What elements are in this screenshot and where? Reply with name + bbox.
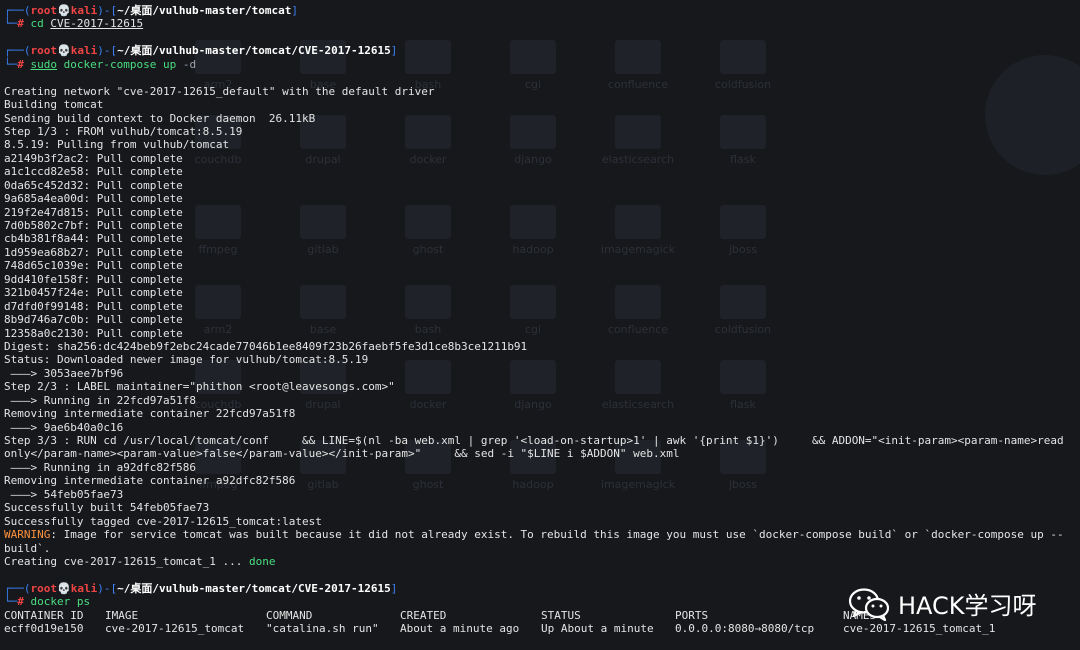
output-line: Sending build context to Docker daemon 2… (4, 111, 316, 125)
output-line: Digest: sha256:dc424beb9f2ebc24cade77046… (4, 339, 528, 353)
column-header: STATUS (541, 608, 581, 622)
output-line: Status: Downloaded newer image for vulhu… (4, 353, 369, 367)
command-line: └─# cd CVE-2017-12615 (4, 17, 144, 31)
warning-line: WARNING: Image for service tomcat was bu… (4, 528, 1064, 542)
output-line: Removing intermediate container a92dfc82… (4, 474, 296, 488)
table-cell: cve-2017-12615_tomcat (105, 622, 245, 636)
output-line: ———> 54feb05fae73 (4, 487, 124, 501)
output-line: Removing intermediate container 22fcd97a… (4, 407, 296, 421)
command-line: └─# sudo docker-compose up -d (4, 57, 197, 71)
output-line: Step 2/3 : LABEL maintainer="phithon <ro… (4, 380, 395, 394)
output-line: Successfully built 54feb05fae73 (4, 501, 210, 515)
output-line: Step 3/3 : RUN cd /usr/local/tomcat/conf… (4, 434, 1064, 447)
output-line: 8.5.19: Pulling from vulhub/tomcat (4, 138, 230, 152)
output-line: ———> 3053aee7bf96 (4, 366, 124, 380)
output-line: 8b9d746a7c0b: Pull complete (4, 313, 183, 327)
output-line: 12358a0c2130: Pull complete (4, 326, 183, 340)
output-line: 1d959ea68b27: Pull complete (4, 245, 183, 259)
output-line: a1c1ccd82e58: Pull complete (4, 165, 183, 179)
table-cell: About a minute ago (400, 622, 520, 636)
output-line: a2149b3f2ac2: Pull complete (4, 151, 183, 165)
output-line: 321b0457f24e: Pull complete (4, 286, 183, 300)
output-line: Successfully tagged cve-2017-12615_tomca… (4, 514, 322, 528)
output-line: Building tomcat (4, 98, 104, 112)
column-header: PORTS (675, 608, 709, 622)
output-line: 748d65c1039e: Pull complete (4, 259, 183, 273)
output-line: 7d0b5802c7bf: Pull complete (4, 219, 183, 232)
output-line: 9dd410fe158f: Pull complete (4, 272, 183, 286)
watermark-text: HACK学习呀 (898, 592, 1037, 620)
table-cell: cve-2017-12615_tomcat_1 (843, 622, 996, 636)
output-line: ———> Running in 22fcd97a51f8 (4, 393, 197, 407)
column-header: IMAGE (105, 608, 139, 622)
table-cell: "catalina.sh run" (266, 622, 379, 636)
column-header: COMMAND (266, 608, 313, 622)
output-line: 9a685a4ea00d: Pull complete (4, 192, 183, 206)
table-cell: Up About a minute (541, 622, 654, 636)
table-cell: ecff0d19e150 (4, 622, 84, 636)
output-line: d7dfd0f99148: Pull complete (4, 299, 183, 313)
command-output: Creating network "cve-2017-12615_default… (4, 85, 1076, 528)
column-header: CONTAINER ID (4, 608, 84, 622)
output-line: ———> 9ae6b40a0c16 (4, 420, 124, 434)
table-cell: 0.0.0.0:8080→8080/tcp (675, 622, 815, 636)
output-line: 0da65c452d32: Pull complete (4, 178, 183, 192)
prompt-header: ┌──(root💀kali)-[~/桌面/vulhub-master/tomca… (4, 44, 398, 58)
terminal-window[interactable]: ┌──(root💀kali)-[~/桌面/vulhub-master/tomca… (0, 0, 1080, 650)
watermark: HACK学习呀 (848, 586, 1037, 621)
column-header: CREATED (400, 608, 447, 622)
table-row: ecff0d19e150 cve-2017-12615_tomcat "catali… (4, 622, 1076, 635)
output-line: ———> Running in a92dfc82f586 (4, 460, 197, 474)
output-line: Step 1/3 : FROM vulhub/tomcat:8.5.19 (4, 124, 243, 138)
output-line: Creating network "cve-2017-12615_default… (4, 84, 435, 98)
output-line: only</param-name><param-value>false</par… (4, 447, 680, 461)
wechat-icon (848, 587, 890, 621)
prompt-header: ┌──(root💀kali)-[~/桌面/vulhub-master/tomca… (4, 4, 299, 17)
warning-continuation: build`. (4, 541, 51, 555)
creating-line: Creating cve-2017-12615_tomcat_1 ... don… (4, 554, 276, 568)
output-line: cb4b381f8a44: Pull complete (4, 232, 183, 246)
output-line: 219f2e47d815: Pull complete (4, 205, 183, 219)
